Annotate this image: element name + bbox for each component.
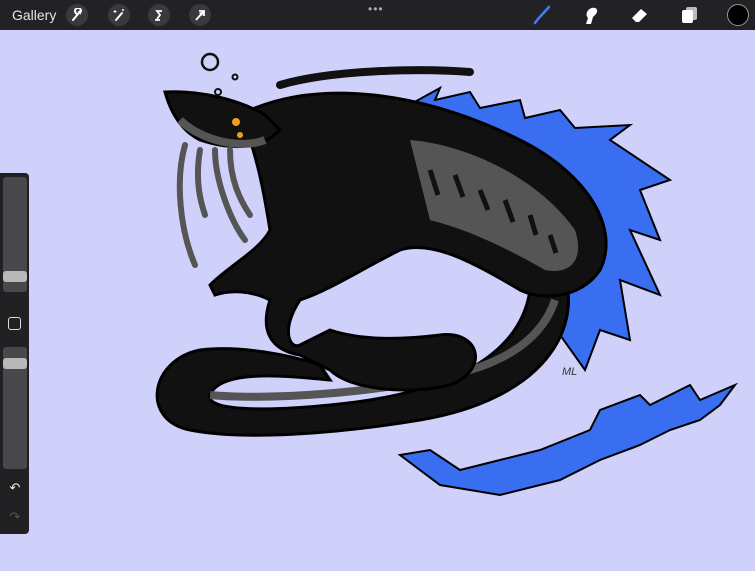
dragon-artwork: ML bbox=[155, 52, 739, 497]
selection-icon bbox=[155, 10, 162, 21]
wrench-icon bbox=[72, 8, 83, 21]
eraser-icon bbox=[632, 9, 647, 22]
undo-button[interactable]: ↶ bbox=[7, 480, 23, 495]
brush-icon bbox=[533, 5, 551, 25]
transform-arrow-icon bbox=[195, 10, 205, 21]
brush-size-thumb[interactable] bbox=[3, 270, 27, 282]
magic-wand-icon bbox=[113, 9, 124, 21]
actions-button[interactable] bbox=[66, 4, 88, 26]
brush-button[interactable] bbox=[531, 4, 553, 26]
gallery-button[interactable]: Gallery bbox=[12, 7, 56, 23]
artist-signature: ML bbox=[562, 366, 577, 378]
brush-size-slider[interactable] bbox=[3, 177, 27, 292]
adjustments-button[interactable] bbox=[108, 4, 130, 26]
color-picker-button[interactable] bbox=[727, 4, 749, 26]
opacity-slider[interactable] bbox=[3, 347, 27, 469]
transform-button[interactable] bbox=[189, 4, 211, 26]
eraser-button[interactable] bbox=[629, 4, 651, 26]
smudge-icon bbox=[586, 7, 598, 25]
opacity-thumb[interactable] bbox=[3, 358, 27, 370]
top-toolbar: Gallery ••• bbox=[0, 0, 755, 30]
smudge-button[interactable] bbox=[580, 4, 602, 26]
drawing-canvas[interactable]: ML bbox=[0, 30, 755, 566]
left-sidebar: ↶ ↷ bbox=[0, 173, 29, 534]
more-options-icon[interactable]: ••• bbox=[368, 2, 384, 16]
selection-button[interactable] bbox=[148, 4, 170, 26]
layers-icon bbox=[682, 7, 697, 23]
redo-button[interactable]: ↷ bbox=[7, 509, 23, 524]
modifier-button[interactable] bbox=[8, 317, 21, 330]
layers-button[interactable] bbox=[678, 4, 700, 26]
